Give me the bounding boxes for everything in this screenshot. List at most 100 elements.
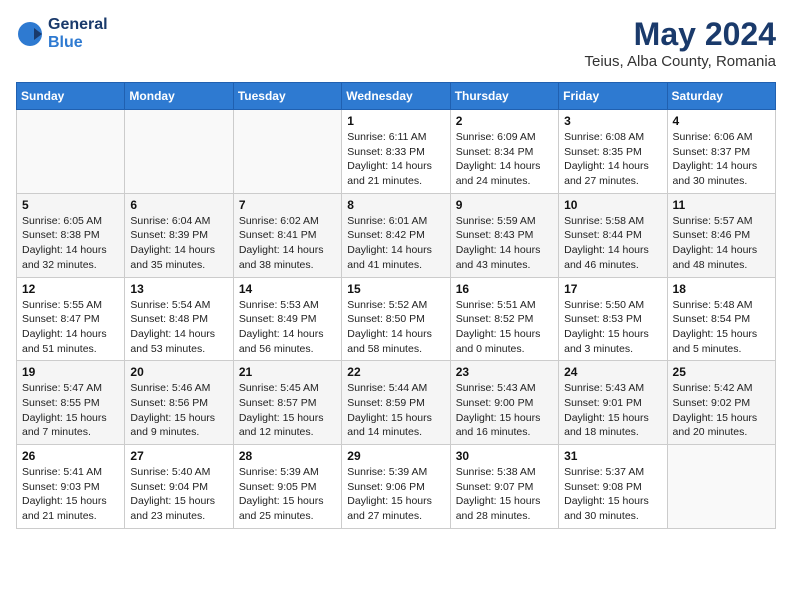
calendar-day-cell: 28 Sunrise: 5:39 AM Sunset: 9:05 PM Dayli… <box>233 445 341 529</box>
day-of-week-header: Monday <box>125 83 233 110</box>
day-info: Sunrise: 5:39 AM Sunset: 9:06 PM Dayligh… <box>347 465 444 524</box>
day-info: Sunrise: 5:39 AM Sunset: 9:05 PM Dayligh… <box>239 465 336 524</box>
day-number: 6 <box>130 198 227 212</box>
day-number: 18 <box>673 282 770 296</box>
calendar-day-cell: 24Sunrise: 5:43 AM Sunset: 9:01 PM Dayli… <box>559 361 667 445</box>
logo-icon <box>16 20 44 48</box>
calendar-week-row: 1 Sunrise: 6:11 AM Sunset: 8:33 PM Daylig… <box>17 110 776 194</box>
calendar-day-cell: 8 Sunrise: 6:01 AM Sunset: 8:42 PM Daylig… <box>342 193 450 277</box>
day-info: Sunrise: 6:01 AM Sunset: 8:42 PM Dayligh… <box>347 214 444 273</box>
calendar-table: SundayMondayTuesdayWednesdayThursdayFrid… <box>16 82 776 529</box>
day-number: 10 <box>564 198 661 212</box>
day-info: Sunrise: 5:55 AM Sunset: 8:47 PM Dayligh… <box>22 298 119 357</box>
calendar-day-cell: 22 Sunrise: 5:44 AM Sunset: 8:59 PM Dayli… <box>342 361 450 445</box>
calendar-day-cell: 4Sunrise: 6:06 AM Sunset: 8:37 PM Daylig… <box>667 110 775 194</box>
calendar-week-row: 19 Sunrise: 5:47 AM Sunset: 8:55 PM Dayli… <box>17 361 776 445</box>
day-number: 20 <box>130 365 227 379</box>
day-info: Sunrise: 5:52 AM Sunset: 8:50 PM Dayligh… <box>347 298 444 357</box>
calendar-day-cell: 9Sunrise: 5:59 AM Sunset: 8:43 PM Daylig… <box>450 193 558 277</box>
calendar-day-cell: 27 Sunrise: 5:40 AM Sunset: 9:04 PM Dayli… <box>125 445 233 529</box>
calendar-day-cell: 30Sunrise: 5:38 AM Sunset: 9:07 PM Dayli… <box>450 445 558 529</box>
day-info: Sunrise: 5:51 AM Sunset: 8:52 PM Dayligh… <box>456 298 553 357</box>
day-of-week-header: Saturday <box>667 83 775 110</box>
calendar-day-cell: 29 Sunrise: 5:39 AM Sunset: 9:06 PM Dayli… <box>342 445 450 529</box>
day-info: Sunrise: 6:08 AM Sunset: 8:35 PM Dayligh… <box>564 130 661 189</box>
day-number: 22 <box>347 365 444 379</box>
day-number: 3 <box>564 114 661 128</box>
calendar-day-cell <box>125 110 233 194</box>
calendar-day-cell: 14Sunrise: 5:53 AM Sunset: 8:49 PM Dayli… <box>233 277 341 361</box>
day-number: 8 <box>347 198 444 212</box>
day-info: Sunrise: 6:05 AM Sunset: 8:38 PM Dayligh… <box>22 214 119 273</box>
calendar-day-cell: 26 Sunrise: 5:41 AM Sunset: 9:03 PM Dayli… <box>17 445 125 529</box>
day-number: 30 <box>456 449 553 463</box>
day-number: 15 <box>347 282 444 296</box>
calendar-day-cell: 13 Sunrise: 5:54 AM Sunset: 8:48 PM Dayli… <box>125 277 233 361</box>
calendar-day-cell: 7Sunrise: 6:02 AM Sunset: 8:41 PM Daylig… <box>233 193 341 277</box>
calendar-day-cell: 1 Sunrise: 6:11 AM Sunset: 8:33 PM Daylig… <box>342 110 450 194</box>
calendar-day-cell <box>667 445 775 529</box>
calendar-day-cell: 3 Sunrise: 6:08 AM Sunset: 8:35 PM Daylig… <box>559 110 667 194</box>
day-number: 1 <box>347 114 444 128</box>
day-number: 17 <box>564 282 661 296</box>
day-info: Sunrise: 5:57 AM Sunset: 8:46 PM Dayligh… <box>673 214 770 273</box>
day-of-week-header: Tuesday <box>233 83 341 110</box>
day-number: 28 <box>239 449 336 463</box>
calendar-day-cell: 10 Sunrise: 5:58 AM Sunset: 8:44 PM Dayli… <box>559 193 667 277</box>
day-info: Sunrise: 5:47 AM Sunset: 8:55 PM Dayligh… <box>22 381 119 440</box>
logo-general-text: General <box>48 16 108 34</box>
day-info: Sunrise: 5:54 AM Sunset: 8:48 PM Dayligh… <box>130 298 227 357</box>
calendar-day-cell: 18 Sunrise: 5:48 AM Sunset: 8:54 PM Dayli… <box>667 277 775 361</box>
calendar-day-cell: 16 Sunrise: 5:51 AM Sunset: 8:52 PM Dayli… <box>450 277 558 361</box>
calendar-day-cell: 21 Sunrise: 5:45 AM Sunset: 8:57 PM Dayli… <box>233 361 341 445</box>
day-number: 16 <box>456 282 553 296</box>
day-number: 26 <box>22 449 119 463</box>
calendar-day-cell: 12Sunrise: 5:55 AM Sunset: 8:47 PM Dayli… <box>17 277 125 361</box>
calendar-day-cell: 23 Sunrise: 5:43 AM Sunset: 9:00 PM Dayli… <box>450 361 558 445</box>
day-number: 19 <box>22 365 119 379</box>
logo: General Blue <box>16 16 108 51</box>
day-number: 29 <box>347 449 444 463</box>
day-of-week-header: Sunday <box>17 83 125 110</box>
day-number: 23 <box>456 365 553 379</box>
day-info: Sunrise: 5:37 AM Sunset: 9:08 PM Dayligh… <box>564 465 661 524</box>
calendar-day-cell: 6 Sunrise: 6:04 AM Sunset: 8:39 PM Daylig… <box>125 193 233 277</box>
day-info: Sunrise: 5:44 AM Sunset: 8:59 PM Dayligh… <box>347 381 444 440</box>
calendar-day-cell: 15 Sunrise: 5:52 AM Sunset: 8:50 PM Dayli… <box>342 277 450 361</box>
day-info: Sunrise: 6:04 AM Sunset: 8:39 PM Dayligh… <box>130 214 227 273</box>
location-title: Teius, Alba County, Romania <box>585 53 777 70</box>
day-of-week-header: Friday <box>559 83 667 110</box>
day-info: Sunrise: 5:40 AM Sunset: 9:04 PM Dayligh… <box>130 465 227 524</box>
day-info: Sunrise: 5:46 AM Sunset: 8:56 PM Dayligh… <box>130 381 227 440</box>
calendar-week-row: 26 Sunrise: 5:41 AM Sunset: 9:03 PM Dayli… <box>17 445 776 529</box>
day-number: 21 <box>239 365 336 379</box>
day-info: Sunrise: 6:09 AM Sunset: 8:34 PM Dayligh… <box>456 130 553 189</box>
day-number: 25 <box>673 365 770 379</box>
day-info: Sunrise: 5:45 AM Sunset: 8:57 PM Dayligh… <box>239 381 336 440</box>
logo-blue-text: Blue <box>48 34 108 52</box>
calendar-day-cell: 5 Sunrise: 6:05 AM Sunset: 8:38 PM Daylig… <box>17 193 125 277</box>
day-info: Sunrise: 5:41 AM Sunset: 9:03 PM Dayligh… <box>22 465 119 524</box>
day-number: 2 <box>456 114 553 128</box>
day-number: 5 <box>22 198 119 212</box>
day-info: Sunrise: 5:48 AM Sunset: 8:54 PM Dayligh… <box>673 298 770 357</box>
day-info: Sunrise: 5:50 AM Sunset: 8:53 PM Dayligh… <box>564 298 661 357</box>
day-info: Sunrise: 5:43 AM Sunset: 9:00 PM Dayligh… <box>456 381 553 440</box>
day-info: Sunrise: 5:43 AM Sunset: 9:01 PM Dayligh… <box>564 381 661 440</box>
day-info: Sunrise: 6:02 AM Sunset: 8:41 PM Dayligh… <box>239 214 336 273</box>
day-info: Sunrise: 5:58 AM Sunset: 8:44 PM Dayligh… <box>564 214 661 273</box>
calendar-day-cell: 20 Sunrise: 5:46 AM Sunset: 8:56 PM Dayli… <box>125 361 233 445</box>
calendar-day-cell <box>233 110 341 194</box>
day-number: 31 <box>564 449 661 463</box>
day-number: 13 <box>130 282 227 296</box>
day-info: Sunrise: 5:42 AM Sunset: 9:02 PM Dayligh… <box>673 381 770 440</box>
calendar-day-cell <box>17 110 125 194</box>
calendar-day-cell: 19 Sunrise: 5:47 AM Sunset: 8:55 PM Dayli… <box>17 361 125 445</box>
calendar-day-cell: 25 Sunrise: 5:42 AM Sunset: 9:02 PM Dayli… <box>667 361 775 445</box>
page-header: General Blue May 2024 Teius, Alba County… <box>16 16 776 70</box>
day-number: 27 <box>130 449 227 463</box>
day-info: Sunrise: 6:11 AM Sunset: 8:33 PM Dayligh… <box>347 130 444 189</box>
month-title: May 2024 <box>585 16 777 53</box>
day-info: Sunrise: 5:59 AM Sunset: 8:43 PM Dayligh… <box>456 214 553 273</box>
calendar-week-row: 5 Sunrise: 6:05 AM Sunset: 8:38 PM Daylig… <box>17 193 776 277</box>
